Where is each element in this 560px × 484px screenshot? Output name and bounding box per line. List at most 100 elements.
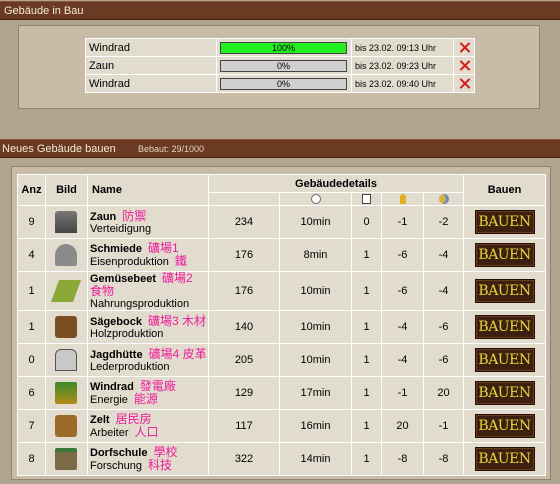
- building-name: Windrad: [90, 381, 134, 393]
- anz-cell: 0: [17, 343, 46, 377]
- detail-time: 10min: [279, 205, 352, 239]
- building-row: 0 Jagdhütte 礦場4 皮革 Lederproduktion 205 10min 1…: [17, 343, 546, 377]
- detail-doc: 1: [351, 409, 382, 443]
- progress-label: 100%: [271, 42, 296, 53]
- bauen-button[interactable]: BAUEN: [474, 414, 535, 438]
- detail-doc: 1: [351, 271, 382, 311]
- building-description: Eisenproduktion: [90, 256, 169, 268]
- section-header-neues-gebaeude: Neues Gebäude bauen Bebaut: 29/1000: [0, 139, 560, 158]
- detail-cost: 176: [208, 238, 280, 272]
- building-description: Nahrungsproduktion: [90, 298, 190, 310]
- detail-doc: 0: [351, 205, 382, 239]
- queue-finish-time: bis 23.02. 09:40 Uhr: [351, 74, 454, 93]
- queue-building-name: Zaun: [85, 56, 217, 75]
- detail-cost: 234: [208, 205, 280, 239]
- progress-label: 0%: [276, 60, 290, 71]
- school-icon: [55, 448, 77, 470]
- building-description: Energie: [90, 394, 128, 406]
- cancel-x-icon[interactable]: [458, 77, 471, 90]
- queue-finish-time: bis 23.02. 09:23 Uhr: [351, 56, 454, 75]
- table-header-row: Anz Bild Name Gebäudedetails Bauen: [17, 174, 546, 206]
- queue-building-name: Windrad: [85, 38, 217, 57]
- building-row: 9 Zaun 防禦 Verteidigung 234 10min 0 -1 -2 BAUEN: [17, 205, 546, 239]
- anz-cell: 1: [17, 271, 46, 311]
- bauen-button[interactable]: BAUEN: [474, 447, 535, 471]
- anz-cell: 7: [17, 409, 46, 443]
- detail-food: -6: [423, 343, 464, 377]
- detail-food: -2: [423, 205, 464, 239]
- anz-cell: 1: [17, 310, 46, 344]
- detail-cost: 322: [208, 442, 280, 476]
- detail-energy: -4: [381, 310, 424, 344]
- chinese-annotation: 發電廠: [139, 379, 176, 393]
- col-header-details: Gebäudedetails: [208, 174, 464, 193]
- windmill-icon: [55, 382, 77, 404]
- building-description: Arbeiter: [90, 427, 129, 439]
- progress-bar: 0%: [220, 77, 347, 90]
- bauen-button[interactable]: BAUEN: [474, 279, 535, 303]
- anz-cell: 8: [17, 442, 46, 476]
- building-description: Lederproduktion: [90, 360, 170, 373]
- detail-food: -4: [423, 271, 464, 311]
- bauen-button[interactable]: BAUEN: [474, 243, 535, 267]
- chinese-annotation-2: 能源: [133, 392, 158, 406]
- anz-cell: 4: [17, 238, 46, 272]
- building-name: Zelt: [90, 414, 110, 426]
- chinese-annotation: 礦場1: [147, 241, 179, 255]
- queue-finish-time: bis 23.02. 09:13 Uhr: [351, 38, 454, 57]
- detail-food: -1: [423, 409, 464, 443]
- cancel-x-icon[interactable]: [458, 59, 471, 72]
- building-name: Dorfschule: [90, 447, 148, 459]
- construction-queue-table: Windrad 100% bis 23.02. 09:13 Uhr Zaun 0% bis…: [85, 38, 475, 93]
- bauen-button[interactable]: BAUEN: [474, 348, 535, 372]
- detail-time: 14min: [279, 442, 352, 476]
- chinese-annotation: 學校: [153, 445, 178, 459]
- section-title: Neues Gebäude bauen: [2, 143, 116, 155]
- building-name: Jagdhütte: [90, 348, 143, 361]
- chinese-annotation: 居民房: [115, 412, 152, 426]
- detail-doc: 1: [351, 343, 382, 377]
- sawmill-icon: [55, 316, 77, 338]
- progress-bar: 100%: [220, 41, 347, 54]
- detail-time: 10min: [279, 271, 352, 311]
- queue-row: Zaun 0% bis 23.02. 09:23 Uhr: [85, 56, 475, 75]
- bauen-button[interactable]: BAUEN: [474, 315, 535, 339]
- detail-cost: 205: [208, 343, 280, 377]
- detail-time: 8min: [279, 238, 352, 272]
- progress-label: 0%: [276, 78, 290, 89]
- detail-food: 20: [423, 376, 464, 410]
- tower-icon: [55, 211, 77, 233]
- building-row: 4 Schmiede 礦場1 Eisenproduktion 鐵 176 8min 1 -6 -4…: [17, 238, 546, 272]
- bauen-button[interactable]: BAUEN: [474, 210, 535, 234]
- cancel-x-icon[interactable]: [458, 41, 471, 54]
- queue-row: Windrad 0% bis 23.02. 09:40 Uhr: [85, 74, 475, 93]
- hut-icon: [55, 349, 77, 371]
- detail-time: 17min: [279, 376, 352, 410]
- garden-icon: [50, 280, 82, 302]
- detail-energy: 20: [381, 409, 424, 443]
- building-description: Verteidigung: [90, 222, 152, 235]
- chinese-annotation: 礦場3 木材: [147, 313, 206, 328]
- section-header-in-bau: Gebäude in Bau: [0, 1, 560, 20]
- building-row: 8 Dorfschule 學校 Forschung 科技 322 14min 1 -8 -8 BAU…: [17, 442, 546, 476]
- smithy-icon: [55, 244, 77, 266]
- detail-time: 10min: [279, 310, 352, 344]
- building-name: Schmiede: [90, 243, 142, 255]
- bebaut-count: Bebaut: 29/1000: [138, 144, 205, 154]
- section-title: Gebäude in Bau: [4, 5, 84, 17]
- detail-food: -4: [423, 238, 464, 272]
- detail-energy: -4: [381, 343, 424, 377]
- detail-food: -6: [423, 310, 464, 344]
- chinese-annotation-2: 科技: [147, 458, 172, 472]
- chinese-annotation: 礦場4 皮革: [148, 346, 207, 361]
- detail-doc: 1: [351, 442, 382, 476]
- chinese-annotation-2: 鐵: [174, 254, 187, 268]
- bauen-button[interactable]: BAUEN: [474, 381, 535, 405]
- detail-energy: -1: [381, 205, 424, 239]
- document-icon: [362, 194, 371, 205]
- col-header-anz: Anz: [17, 174, 46, 206]
- col-header-bauen: Bauen: [463, 174, 546, 206]
- anz-cell: 9: [17, 205, 46, 239]
- detail-energy: -6: [381, 238, 424, 272]
- tent-icon: [55, 415, 77, 437]
